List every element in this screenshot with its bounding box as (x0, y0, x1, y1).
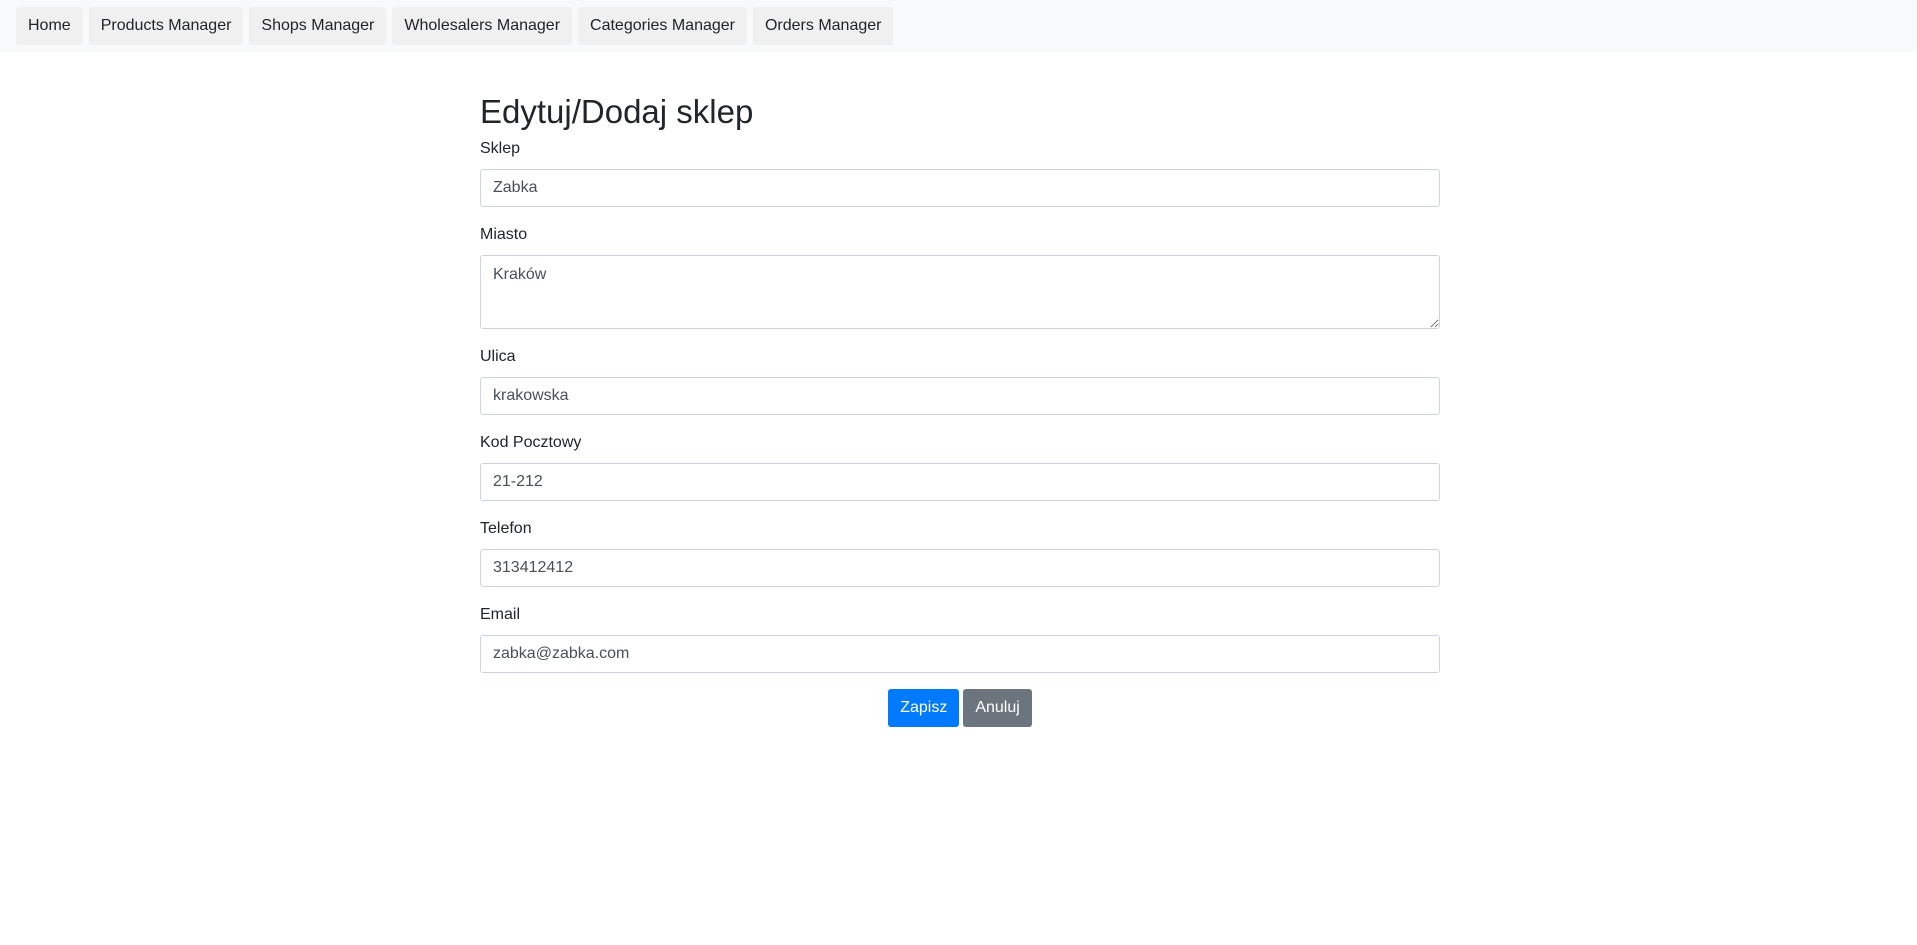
nav-shops-manager-button[interactable]: Shops Manager (249, 7, 387, 45)
phone-input[interactable] (480, 549, 1440, 587)
postal-code-label: Kod Pocztowy (480, 434, 582, 451)
street-input[interactable] (480, 377, 1440, 415)
postal-code-input[interactable] (480, 463, 1440, 501)
nav-products-manager-button[interactable]: Products Manager (88, 7, 244, 45)
nav-orders-manager-button[interactable]: Orders Manager (752, 7, 894, 45)
street-label: Ulica (480, 348, 516, 365)
nav-wholesalers-manager-button[interactable]: Wholesalers Manager (392, 7, 573, 45)
form-actions: Zapisz Anuluj (480, 689, 1440, 727)
cancel-button[interactable]: Anuluj (963, 689, 1032, 727)
shop-name-label: Sklep (480, 140, 521, 157)
phone-label: Telefon (480, 520, 532, 537)
shop-edit-form: Edytuj/Dodaj sklep Sklep Miasto Kraków U… (480, 88, 1440, 727)
shop-name-input[interactable] (480, 169, 1440, 207)
top-navbar: Home Products Manager Shops Manager Whol… (0, 0, 1917, 52)
city-textarea[interactable]: Kraków (480, 255, 1440, 329)
nav-home-button[interactable]: Home (16, 7, 83, 45)
page-title: Edytuj/Dodaj sklep (480, 93, 754, 130)
city-label: Miasto (480, 226, 528, 243)
nav-categories-manager-button[interactable]: Categories Manager (578, 7, 747, 45)
save-button[interactable]: Zapisz (888, 689, 960, 727)
email-input[interactable] (480, 635, 1440, 673)
email-label: Email (480, 606, 521, 623)
